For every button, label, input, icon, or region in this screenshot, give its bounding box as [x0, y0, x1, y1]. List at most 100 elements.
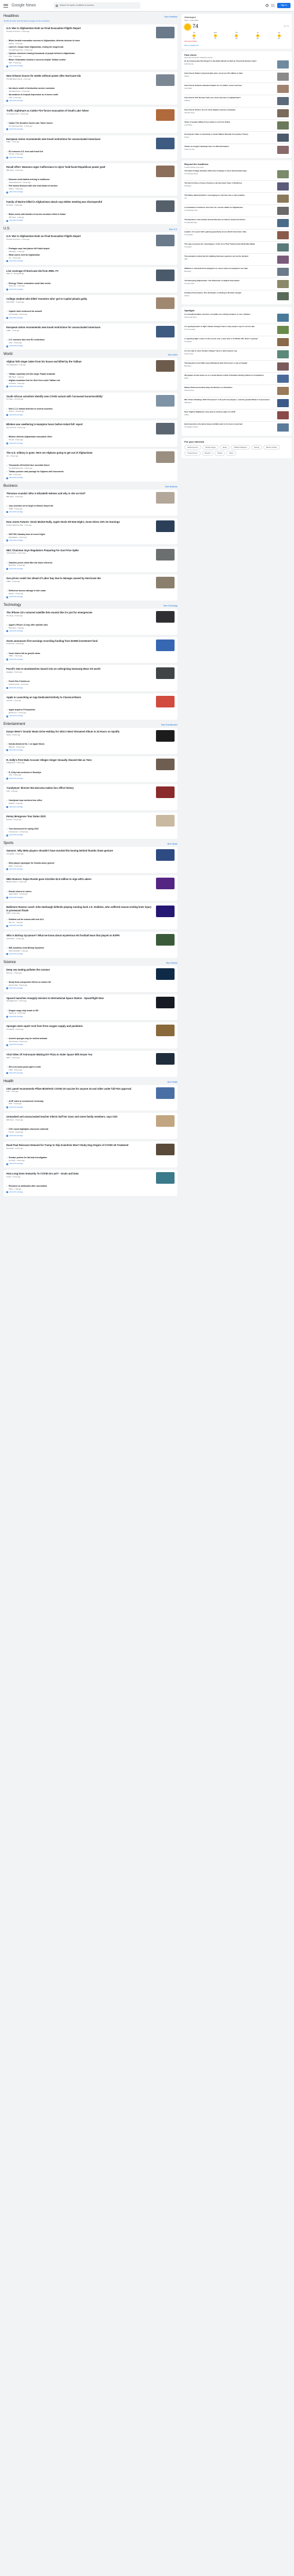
full-coverage-link[interactable]: View Full coverage [6, 128, 175, 131]
full-coverage-link[interactable]: View Full coverage [6, 317, 175, 319]
story-headline[interactable]: Samson: Why Mets players shouldn't have … [6, 849, 154, 852]
related-headline[interactable]: Refineries assess damage in Ida's wake [9, 590, 175, 592]
beyond-item[interactable]: A ruralization of failures: How the U.S.… [184, 205, 289, 217]
related-headline[interactable]: What comes next for Afghanistan [9, 254, 175, 256]
full-coverage-link[interactable]: View Full coverage [6, 288, 175, 291]
story-headline[interactable]: Kanye West's 'Donda' Beats Drive Holiday… [6, 730, 154, 733]
related-headline[interactable]: CDC report highlights classroom outbreak [9, 1128, 175, 1130]
story-headline[interactable]: Who is Bishop Sycamore? What we know abo… [6, 934, 154, 937]
factcheck-item[interactable]: Fact Check: Did Thomas Fell Lens show va… [184, 95, 289, 108]
topic-chip[interactable]: Artificial intelligence [231, 445, 250, 450]
story-headline[interactable]: Viral Video Of Astronauts Making DIY Piz… [6, 1053, 154, 1056]
weather-card[interactable]: Washington Today · Local weather 74 °F |… [182, 14, 292, 49]
full-coverage-link[interactable]: View Full coverage [6, 191, 175, 193]
related-headline[interactable]: Apple's iPhone 13 may offer satellite ca… [9, 624, 175, 626]
related-headline[interactable]: Candyman tops weekend box office [9, 799, 175, 802]
related-headline[interactable]: Biden: Evacuation mission a success desp… [9, 59, 175, 61]
section-title[interactable]: Technology [3, 603, 21, 608]
story-headline[interactable]: Afghan folk singer taken from his house … [6, 360, 154, 363]
related-headline[interactable]: New C.1.2 variant detected in several co… [9, 408, 175, 410]
weather-alert[interactable]: Flash Flood Watch [184, 41, 289, 42]
story-thumbnail[interactable] [156, 996, 175, 1008]
factcheck-item[interactable]: Fact Check: Photos do not show Afghan ev… [184, 107, 289, 120]
related-headline[interactable]: Donda debuts at No. 1 on Apple Music [9, 743, 175, 745]
full-coverage-link[interactable]: View Full coverage [6, 1015, 175, 1018]
related-headline[interactable]: EU removes U.S. from safe travel list [9, 150, 175, 153]
full-coverage-link[interactable]: View Full coverage [6, 65, 175, 67]
story-thumbnail[interactable] [156, 1025, 175, 1037]
search-bar[interactable]: Search for topics, locations & sources [53, 2, 141, 9]
full-coverage-link[interactable]: View Full coverage [6, 687, 175, 689]
section-more-link[interactable]: More Technology [164, 605, 177, 607]
story-thumbnail[interactable] [156, 269, 175, 281]
factcheck-item[interactable]: Fact Check: Roberta attended Capitol for… [184, 83, 289, 96]
related-headline[interactable]: Research on antibodies after vaccination [9, 1185, 175, 1187]
story-thumbnail[interactable] [156, 877, 175, 889]
story-thumbnail[interactable] [156, 1144, 175, 1156]
full-coverage-link[interactable]: View Full coverage [6, 156, 175, 159]
related-headline[interactable]: Taliban promise safe passage for Afghans… [9, 470, 175, 473]
related-headline[interactable]: Ida weakens to tropical depression as it… [9, 94, 175, 96]
story-headline[interactable]: Fossil's Gen 6 smartwatches launch into … [6, 667, 154, 670]
related-headline[interactable]: Fossil Gen 6 hands-on [9, 680, 175, 682]
help-icon[interactable]: ? [266, 3, 269, 7]
topic-chip[interactable]: Space [219, 445, 230, 450]
story-headline[interactable]: The U.S. military is gone. Here are Afgh… [6, 451, 154, 454]
related-headline[interactable]: Ida leaves swath of destruction across L… [9, 87, 175, 89]
full-coverage-link[interactable]: View Full coverage [6, 658, 175, 661]
related-headline[interactable]: Rondo returns to Lakers [9, 890, 175, 893]
story-thumbnail[interactable] [156, 492, 175, 504]
story-headline[interactable]: R. Kelly's First Male Accuser Alleges Si… [6, 759, 154, 761]
logo[interactable]: Google News [12, 3, 36, 8]
related-headline[interactable]: Ancient sponges may be earliest animals [9, 1037, 175, 1040]
spotlight-item[interactable]: How 'Afghan Nightmare' may lead to elect… [184, 409, 289, 422]
section-more-link[interactable]: More Business [165, 486, 177, 488]
spotlight-item[interactable]: As a health facilities vaccines, hospita… [184, 312, 289, 324]
related-headline[interactable]: Zoom shares fall as growth slows [9, 652, 175, 655]
story-headline[interactable]: Zoom announces first earnings recording … [6, 639, 154, 642]
factcheck-item[interactable]: Q: Are Camus-like Not Drugs? Is the Delt… [184, 59, 289, 71]
sign-in-button[interactable]: Sign in [277, 3, 291, 8]
related-headline[interactable]: Biden heralds evacuation success in Afgh… [9, 39, 175, 42]
beyond-item[interactable]: Fentanyl Prescription: The Hardships on … [184, 290, 289, 302]
section-title[interactable]: Entertainment [3, 723, 25, 727]
story-thumbnail[interactable] [156, 849, 175, 861]
spotlight-item[interactable]: The Equation Court Will Leave Reframed w… [184, 361, 289, 373]
story-thumbnail[interactable] [156, 1115, 175, 1127]
story-headline[interactable]: U.S. War in Afghanistan Ends as Final Ev… [6, 235, 154, 238]
spotlight-item[interactable]: A spending fight comes to the rescue ove… [184, 336, 289, 349]
full-coverage-link[interactable]: View Full coverage [6, 630, 175, 633]
spotlight-item[interactable]: Is it getting harder to fight climate ch… [184, 324, 289, 336]
story-thumbnail[interactable] [156, 326, 175, 338]
story-headline[interactable]: Blinken was sweltering in Hampton hours … [6, 423, 154, 426]
topic-chip[interactable]: Gaming [251, 445, 263, 450]
full-coverage-link[interactable]: View Full coverage [6, 715, 175, 717]
story-headline[interactable]: Sponges were squirt rock from from oxyge… [6, 1025, 154, 1027]
related-headline[interactable]: Poll shows Newsom with slim lead ahead o… [9, 185, 175, 187]
section-more-link[interactable]: More World [168, 354, 177, 356]
story-thumbnail[interactable] [156, 234, 175, 246]
story-thumbnail[interactable] [156, 758, 175, 770]
beyond-title[interactable]: Beyond the headlines [184, 163, 289, 166]
related-headline[interactable]: Opinion: America's leaving thousands of … [9, 52, 175, 55]
story-thumbnail[interactable] [156, 451, 175, 464]
full-coverage-link[interactable]: View Full coverage [6, 868, 175, 871]
full-coverage-link[interactable]: View Full coverage [6, 596, 175, 598]
story-thumbnail[interactable] [156, 297, 175, 310]
story-thumbnail[interactable] [156, 166, 175, 178]
beyond-item[interactable]: The Biden administration's messaging on … [184, 193, 289, 205]
full-coverage-link[interactable]: View Full coverage [6, 442, 175, 445]
related-headline[interactable]: Dobbins out for season with torn ACL [9, 918, 175, 921]
story-headline[interactable]: Traffic nightmare as Caldor Fire forces … [6, 109, 154, 112]
full-coverage-link[interactable]: View Full coverage [6, 220, 175, 222]
related-headline[interactable]: Capitol rioter sentenced for assault [9, 310, 175, 312]
story-thumbnail[interactable] [156, 696, 175, 708]
full-coverage-link[interactable]: View Full coverage [6, 567, 175, 570]
full-coverage-link[interactable]: View Full coverage [6, 925, 175, 927]
story-thumbnail[interactable] [156, 394, 175, 407]
story-thumbnail[interactable] [156, 548, 175, 561]
topic-chip[interactable]: Global economy [184, 445, 201, 450]
spotlight-item[interactable]: Hurricane Ida is the latest heavy rainfa… [184, 422, 289, 433]
spotlight-item[interactable]: Is it too late to slow climate change? H… [184, 349, 289, 361]
full-coverage-link[interactable]: View Full coverage [6, 1072, 175, 1075]
